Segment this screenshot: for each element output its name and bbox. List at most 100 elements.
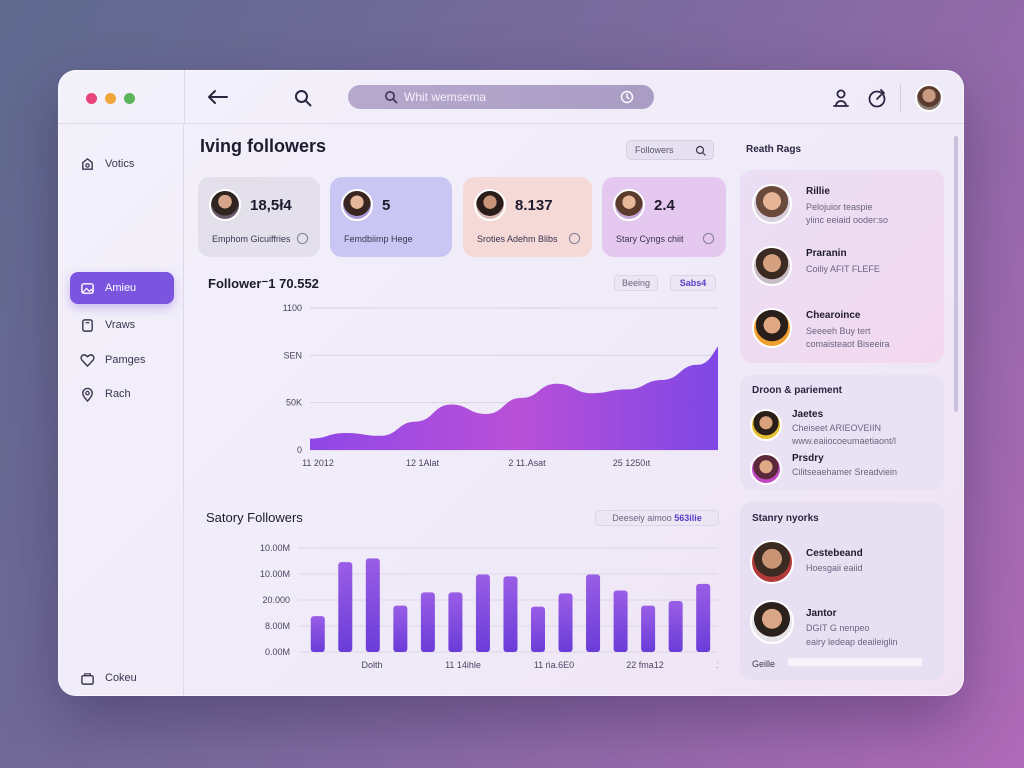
footer-label: Geille [752, 659, 776, 669]
bar[interactable] [613, 590, 628, 652]
avatar [209, 189, 241, 221]
sidebar-item-label: Cokeu [105, 672, 137, 684]
sidebar-item-label: Vraws [105, 319, 136, 331]
minimize-window-dot[interactable] [105, 93, 116, 104]
avatar [750, 600, 794, 644]
bar[interactable] [558, 593, 573, 652]
sidebar-item-rach[interactable]: Rach [70, 378, 174, 410]
bar[interactable] [503, 576, 518, 652]
bar[interactable] [310, 616, 325, 652]
x-tick-label: 11 14ihle [445, 660, 481, 670]
bar[interactable] [475, 574, 490, 652]
bar[interactable] [668, 600, 683, 652]
people-card: Droon & pariement Jaetes Cheiseet ARIEOV… [740, 375, 944, 490]
box-icon [81, 672, 94, 685]
search-icon[interactable] [294, 89, 312, 107]
bar[interactable] [586, 574, 601, 652]
x-tick-label: 25 1250ıt [613, 458, 651, 468]
info-icon [702, 232, 715, 245]
scrollbar[interactable] [954, 136, 958, 412]
x-tick-label: 11 15ld15 [717, 660, 718, 670]
y-tick-label: 0.00M [265, 647, 290, 657]
y-tick-label: 10.00M [260, 543, 290, 553]
sidebar-item-amieu[interactable]: Amieu [70, 272, 174, 304]
bar-chart-pill[interactable]: Deeseiy aimoo 563ilie [595, 510, 719, 526]
window-controls [86, 93, 135, 104]
search-icon [385, 91, 398, 104]
x-tick-label: 11 ńa.6E0 [534, 660, 574, 670]
x-tick-label: Dolth [361, 660, 382, 670]
y-tick-label: 50K [286, 398, 302, 408]
stat-value: 5 [382, 197, 391, 214]
sidebar: Votics Amieu Vraws Pamges Rach Cokeu [58, 124, 184, 696]
bar[interactable] [338, 562, 353, 652]
stat-value: 18,5ł4 [250, 197, 292, 214]
bar[interactable] [420, 592, 435, 652]
x-tick-label: 12 1Alat [406, 458, 440, 468]
avatar [613, 189, 645, 221]
sidebar-item-label: Amieu [105, 282, 137, 294]
bar[interactable] [393, 605, 408, 652]
stat-value: 2.4 [654, 197, 675, 214]
stat-card[interactable]: 2.4 Stary Cyngs chiit [602, 177, 726, 257]
avatar [752, 246, 792, 286]
sidebar-item-vraws[interactable]: Vraws [70, 309, 174, 341]
stat-card[interactable]: 8.137 Sroties Adehm Blibs [463, 177, 592, 257]
y-tick-label: 10.00M [260, 569, 290, 579]
y-tick-label: 0 [297, 445, 302, 455]
avatar [750, 453, 782, 485]
people-card: Rillie Pelojuior teaspie yiinc eeiaid oo… [740, 170, 944, 363]
x-tick-label: 2 11.Asat [508, 458, 546, 468]
sidebar-item-pamges[interactable]: Pamges [70, 344, 174, 376]
profile-avatar[interactable] [915, 84, 943, 112]
area-series [310, 346, 718, 450]
bar[interactable] [531, 606, 545, 652]
stat-label: Femdbiimp Hege [344, 234, 413, 244]
follower-area-chart: 1100 SEN 50K 011 2012 12 1Alat 2 11.Asat 25 12… [283, 303, 718, 468]
stat-value: 8.137 [515, 197, 553, 214]
people-card: Stanry nyorks Cestebeand Hoesgaii eaiid … [740, 502, 944, 680]
followers-filter[interactable]: Followers [626, 140, 714, 160]
app-window: Votics Amieu Vraws Pamges Rach Cokeu Ivi… [58, 70, 964, 696]
badge-icon [82, 157, 93, 170]
heart-icon [80, 353, 95, 367]
chart-filter-pill[interactable]: Beeing [614, 275, 658, 291]
sidebar-item-label: Votics [105, 158, 135, 170]
y-tick-label: 1100 [283, 303, 302, 313]
progress-bar [787, 657, 923, 667]
sidebar-item-cokeu[interactable]: Cokeu [70, 662, 174, 694]
chart-value-pill[interactable]: Sabs4 [670, 275, 716, 291]
y-tick-label: SEN [283, 350, 302, 360]
filter-label: Followers [635, 145, 674, 155]
stat-label: Sroties Adehm Blibs [477, 234, 558, 244]
divider [900, 84, 901, 112]
back-arrow-icon[interactable] [206, 88, 228, 106]
pin-icon [82, 387, 93, 402]
stat-label: Emphom Gicuiffries [212, 234, 291, 244]
stat-card[interactable]: 5 Femdbiimp Hege [330, 177, 452, 257]
bar[interactable] [448, 592, 463, 652]
device-icon [82, 318, 93, 332]
user-icon[interactable] [832, 88, 850, 108]
search-input[interactable] [404, 90, 604, 104]
search-bar[interactable] [348, 85, 654, 109]
divider [184, 70, 185, 124]
bar[interactable] [365, 558, 380, 652]
followers-bar-chart: 10.00M 10.00M 20.000 8.00M 0.00M Dolth 11 14ih… [260, 543, 718, 670]
panel-heading: Reath Rags [746, 144, 802, 155]
timer-icon[interactable] [866, 87, 888, 109]
y-tick-label: 20.000 [262, 595, 290, 605]
stat-card[interactable]: 18,5ł4 Emphom Gicuiffries [198, 177, 320, 257]
x-tick-label: 11 2012 [302, 458, 334, 468]
sidebar-item-votics[interactable]: Votics [70, 148, 174, 180]
bar[interactable] [696, 583, 711, 652]
avatar [341, 189, 373, 221]
avatar [752, 308, 792, 348]
sidebar-item-label: Pamges [105, 354, 146, 366]
close-window-dot[interactable] [86, 93, 97, 104]
bar[interactable] [641, 605, 656, 652]
avatar [752, 184, 792, 224]
maximize-window-dot[interactable] [124, 93, 135, 104]
clock-icon[interactable] [620, 90, 634, 104]
image-icon [81, 282, 94, 294]
